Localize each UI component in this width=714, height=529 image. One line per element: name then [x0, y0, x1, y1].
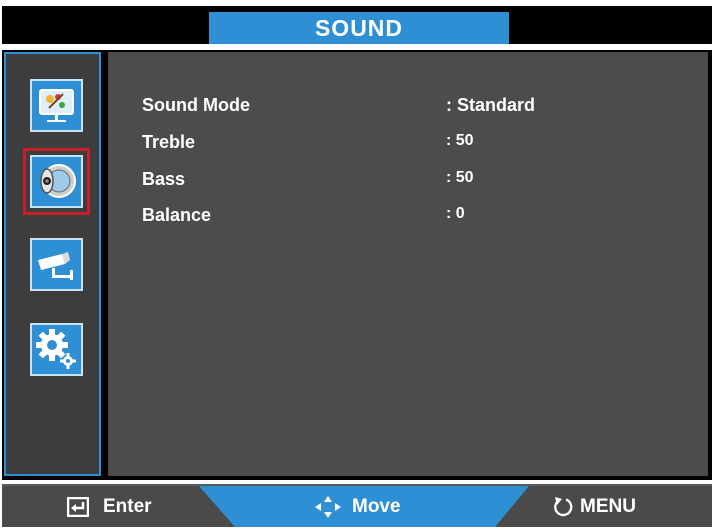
- title-bar: SOUND: [2, 6, 712, 44]
- setting-label: Sound Mode: [142, 95, 250, 115]
- return-icon: [554, 497, 573, 517]
- speaker-icon: [30, 155, 83, 208]
- sidebar-item-picture[interactable]: [26, 75, 87, 136]
- menu-label: MENU: [580, 496, 636, 517]
- sidebar-item-sound[interactable]: [23, 148, 90, 215]
- move-arrows-icon: [315, 496, 341, 518]
- enter-icon: [67, 497, 89, 517]
- setting-value: : Standard: [446, 95, 536, 115]
- gear-icon: [30, 323, 83, 376]
- move-label: Move: [352, 496, 401, 517]
- setting-row-sound-mode[interactable]: Sound Mode : Standard: [142, 95, 702, 119]
- setting-value: : 50: [446, 169, 474, 186]
- setting-label: Treble: [142, 132, 196, 152]
- sidebar-item-setup[interactable]: [26, 319, 87, 380]
- osd-screen: SOUND Sound Mode: Standard Treble: 50 …: [0, 0, 714, 529]
- category-sidebar: [4, 52, 101, 476]
- setting-label: Bass: [142, 169, 186, 189]
- setting-value: : 50: [446, 132, 474, 149]
- main-frame: Sound Mode : Standard Treble : 50 Bass :…: [2, 50, 712, 480]
- setting-value: : 0: [446, 205, 465, 222]
- setting-row-balance[interactable]: Balance : 0: [142, 205, 702, 229]
- enter-label: Enter: [103, 496, 152, 517]
- setting-row-bass[interactable]: Bass : 50: [142, 169, 702, 193]
- setting-label: Balance: [142, 205, 212, 225]
- navigation-hint-bar: Enter Move MENU: [2, 484, 712, 527]
- camera-icon: [30, 238, 83, 291]
- settings-panel: Sound Mode : Standard Treble : 50 Bass :…: [108, 52, 708, 476]
- sidebar-item-camera[interactable]: [26, 234, 87, 295]
- setting-row-treble[interactable]: Treble : 50: [142, 132, 702, 156]
- picture-monitor-icon: [30, 79, 83, 132]
- menu-title: SOUND: [209, 12, 509, 44]
